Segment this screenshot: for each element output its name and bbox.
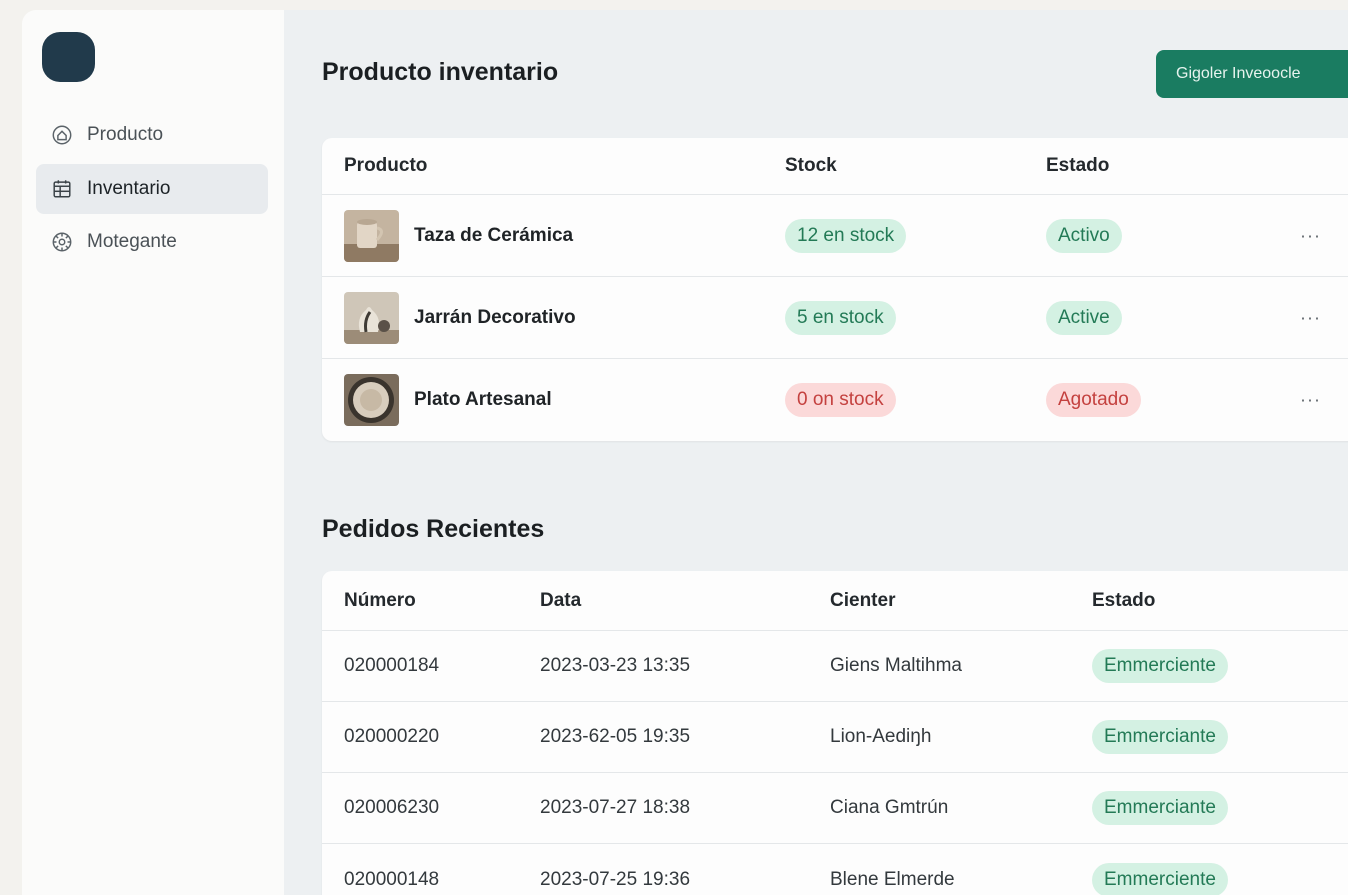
product-name: Jarrán Decorativo <box>414 306 576 328</box>
order-number: 020000220 <box>344 726 440 747</box>
section-title: Pedidos Recientes <box>322 515 545 543</box>
sidebar-item-producto[interactable]: Producto <box>36 110 268 160</box>
app-logo[interactable] <box>42 32 95 82</box>
row-menu-icon[interactable]: ··· <box>1300 225 1321 246</box>
table-row[interactable]: 020000184 2023-03-23 13:35 Giens Maltihm… <box>322 631 1348 702</box>
status-cell: Active <box>1046 300 1122 335</box>
settings-icon <box>52 232 72 252</box>
orders-table: Número Data Cienter Estado 020000184 202… <box>322 571 1348 895</box>
column-header-numero: Número <box>344 589 416 611</box>
product-name: Taza de Cerámica <box>414 224 574 246</box>
product-thumbnail <box>344 291 399 344</box>
stock-badge: 5 en stock <box>785 300 896 335</box>
stock-cell: 0 on stock <box>785 383 896 417</box>
status-badge: Activo <box>1046 218 1122 253</box>
status-cell: Emmerciente <box>1092 649 1228 683</box>
main-content: Producto inventario Gigoler Inveoocle Pr… <box>284 10 1348 895</box>
order-client: Blene Elmerde <box>830 868 955 890</box>
sidebar-item-label: Producto <box>87 124 164 145</box>
column-header-estado: Estado <box>1092 589 1156 611</box>
calendar-icon <box>53 180 71 198</box>
column-header-producto: Producto <box>344 155 428 176</box>
status-cell: Emmerciante <box>1092 720 1228 754</box>
status-badge: Agotado <box>1046 383 1141 417</box>
row-menu-icon[interactable]: ··· <box>1300 307 1321 328</box>
inventory-table: Producto Stock Estado Taza de Cerámica 1… <box>322 138 1348 441</box>
table-row[interactable]: Plato Artesanal 0 on stock Agotado ··· <box>322 359 1348 441</box>
column-header-stock: Stock <box>785 155 837 176</box>
table-row[interactable]: 020006230 2023-07-27 18:38 Ciana Gmtrún … <box>322 773 1348 844</box>
page-title: Producto inventario <box>322 58 559 86</box>
sidebar-item-label: Inventario <box>87 178 171 199</box>
sidebar-item-motegante[interactable]: Motegante <box>36 217 268 267</box>
order-client: Lion-Aediŋh <box>830 726 932 747</box>
table-header-row: Número Data Cienter Estado <box>322 571 1348 631</box>
order-date: 2023-07-25 19:36 <box>540 868 691 890</box>
sidebar: Producto Inventario Motegante <box>22 10 284 895</box>
order-number: 020000148 <box>344 868 440 890</box>
column-header-data: Data <box>540 589 582 611</box>
table-row[interactable]: 020000148 2023-07-25 19:36 Blene Elmerde… <box>322 844 1348 895</box>
order-date: 2023-07-27 18:38 <box>540 797 691 818</box>
order-number: 020000184 <box>344 655 440 676</box>
table-row[interactable]: 020000220 2023-62-05 19:35 Lion-Aediŋh E… <box>322 702 1348 773</box>
order-date: 2023-03-23 13:35 <box>540 655 691 676</box>
stock-badge: 0 on stock <box>785 383 896 417</box>
stock-cell: 5 en stock <box>785 300 896 335</box>
stock-badge: 12 en stock <box>785 218 907 253</box>
status-badge: Emmerciente <box>1092 649 1228 683</box>
sidebar-item-inventario[interactable]: Inventario <box>36 164 268 214</box>
column-header-estado: Estado <box>1046 155 1110 176</box>
row-menu-icon[interactable]: ··· <box>1300 390 1321 411</box>
status-badge: Emmerciante <box>1092 791 1228 825</box>
product-name: Plato Artesanal <box>414 389 552 410</box>
order-number: 020006230 <box>344 797 440 818</box>
product-thumbnail <box>344 209 399 262</box>
column-header-cienter: Cienter <box>830 589 896 611</box>
status-badge: Emmerciente <box>1092 862 1228 895</box>
table-row[interactable]: Jarrán Decorativo 5 en stock Active ··· <box>322 277 1348 359</box>
stock-cell: 12 en stock <box>785 218 907 253</box>
product-thumbnail <box>344 374 399 426</box>
status-cell: Emmerciente <box>1092 862 1228 895</box>
status-cell: Emmerciante <box>1092 791 1228 825</box>
sidebar-item-label: Motegante <box>87 231 177 252</box>
status-cell: Activo <box>1046 218 1122 253</box>
order-client: Ciana Gmtrún <box>830 797 949 818</box>
order-date: 2023-62-05 19:35 <box>540 726 691 747</box>
status-cell: Agotado <box>1046 383 1141 417</box>
status-badge: Active <box>1046 300 1122 335</box>
home-icon <box>52 125 72 145</box>
primary-action-button[interactable]: Gigoler Inveoocle <box>1156 50 1348 98</box>
status-badge: Emmerciante <box>1092 720 1228 754</box>
table-header-row: Producto Stock Estado <box>322 138 1348 195</box>
table-row[interactable]: Taza de Cerámica 12 en stock Activo ··· <box>322 195 1348 277</box>
order-client: Giens Maltihma <box>830 655 962 676</box>
